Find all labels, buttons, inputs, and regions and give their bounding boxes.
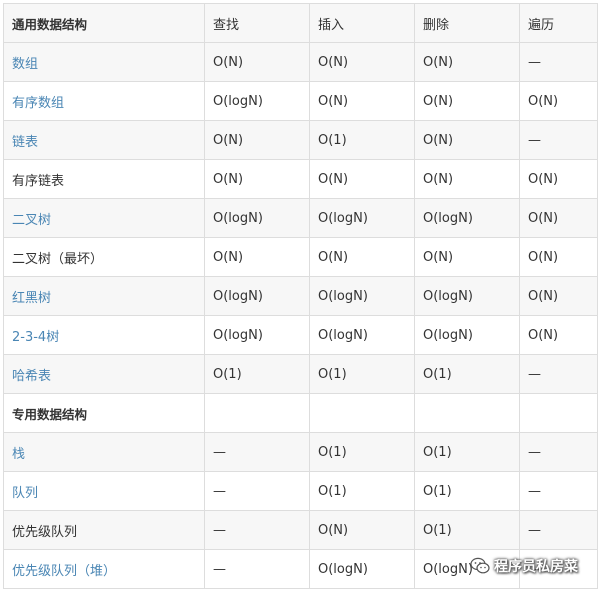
insert-cell: O(N) — [309, 237, 415, 277]
search-cell: O(1) — [204, 354, 310, 394]
section-header-row: 专用数据结构 — [3, 393, 598, 433]
traverse-cell: O(N) — [519, 81, 598, 121]
structure-name: 有序链表 — [3, 159, 205, 199]
insert-cell: O(logN) — [309, 276, 415, 316]
delete-cell: O(N) — [414, 237, 520, 277]
delete-cell: O(logN) — [414, 198, 520, 238]
insert-cell: O(1) — [309, 471, 415, 511]
table-header: 通用数据结构 查找 插入 删除 遍历 — [3, 3, 598, 43]
search-cell — [204, 393, 310, 433]
table-row: 2-3-4树 O(logN) O(logN) O(logN) O(N) — [3, 315, 598, 355]
insert-cell: O(N) — [309, 510, 415, 550]
table-row: 链表 O(N) O(1) O(N) — — [3, 120, 598, 160]
wechat-icon — [470, 557, 490, 574]
table-row: 哈希表 O(1) O(1) O(1) — — [3, 354, 598, 394]
delete-cell: O(1) — [414, 354, 520, 394]
traverse-cell — [519, 393, 598, 433]
table-row: 二叉树（最坏） O(N) O(N) O(N) O(N) — [3, 237, 598, 277]
search-cell: — — [204, 471, 310, 511]
traverse-cell: — — [519, 120, 598, 160]
traverse-cell: — — [519, 432, 598, 472]
delete-cell: O(1) — [414, 432, 520, 472]
structure-name-link[interactable]: 哈希表 — [3, 354, 205, 394]
search-cell: — — [204, 510, 310, 550]
search-cell: O(N) — [204, 120, 310, 160]
header-cell-insert: 插入 — [309, 3, 415, 43]
traverse-cell: — — [519, 42, 598, 82]
structure-name-link[interactable]: 2-3-4树 — [3, 315, 205, 355]
traverse-cell: — — [519, 510, 598, 550]
delete-cell: O(N) — [414, 159, 520, 199]
structure-name-link[interactable]: 队列 — [3, 471, 205, 511]
search-cell: O(logN) — [204, 198, 310, 238]
insert-cell: O(N) — [309, 81, 415, 121]
delete-cell: O(N) — [414, 120, 520, 160]
delete-cell: O(1) — [414, 510, 520, 550]
search-cell: O(logN) — [204, 276, 310, 316]
structure-name: 二叉树（最坏） — [3, 237, 205, 277]
structure-name-link[interactable]: 优先级队列（堆） — [3, 549, 205, 589]
table-row: 有序链表 O(N) O(N) O(N) O(N) — [3, 159, 598, 199]
structure-name-link[interactable]: 有序数组 — [3, 81, 205, 121]
insert-cell: O(1) — [309, 354, 415, 394]
traverse-cell: O(N) — [519, 198, 598, 238]
traverse-cell: O(N) — [519, 315, 598, 355]
structure-name-link[interactable]: 链表 — [3, 120, 205, 160]
delete-cell: O(logN) — [414, 315, 520, 355]
traverse-cell: O(N) — [519, 159, 598, 199]
traverse-cell: O(N) — [519, 276, 598, 316]
insert-cell: O(1) — [309, 120, 415, 160]
insert-cell: O(logN) — [309, 198, 415, 238]
table-row: 有序数组 O(logN) O(N) O(N) O(N) — [3, 81, 598, 121]
search-cell: O(logN) — [204, 315, 310, 355]
delete-cell: O(N) — [414, 42, 520, 82]
header-cell-delete: 删除 — [414, 3, 520, 43]
insert-cell: O(logN) — [309, 549, 415, 589]
watermark-text: 程序员私房菜 — [494, 559, 578, 575]
watermark: 程序员私房菜 — [470, 554, 578, 578]
delete-cell — [414, 393, 520, 433]
traverse-cell: — — [519, 471, 598, 511]
structure-name-link[interactable]: 二叉树 — [3, 198, 205, 238]
header-row: 通用数据结构 查找 插入 删除 遍历 — [3, 3, 598, 43]
delete-cell: O(N) — [414, 81, 520, 121]
search-cell: — — [204, 549, 310, 589]
traverse-cell: — — [519, 354, 598, 394]
search-cell: O(N) — [204, 237, 310, 277]
table-body: 数组 O(N) O(N) O(N) — 有序数组 O(logN) O(N) O(N) O(N) 链表… — [3, 42, 598, 589]
header-cell-category: 通用数据结构 — [3, 3, 205, 43]
section-header-cell: 专用数据结构 — [3, 393, 205, 433]
delete-cell: O(1) — [414, 471, 520, 511]
table-row: 红黑树 O(logN) O(logN) O(logN) O(N) — [3, 276, 598, 316]
structure-name-link[interactable]: 栈 — [3, 432, 205, 472]
insert-cell — [309, 393, 415, 433]
table-row: 栈 — O(1) O(1) — — [3, 432, 598, 472]
search-cell: O(logN) — [204, 81, 310, 121]
search-cell: O(N) — [204, 42, 310, 82]
insert-cell: O(N) — [309, 159, 415, 199]
traverse-cell: O(N) — [519, 237, 598, 277]
header-cell-traverse: 遍历 — [519, 3, 598, 43]
table-row: 优先级队列 — O(N) O(1) — — [3, 510, 598, 550]
table-row: 队列 — O(1) O(1) — — [3, 471, 598, 511]
table-row: 数组 O(N) O(N) O(N) — — [3, 42, 598, 82]
structure-name-link[interactable]: 红黑树 — [3, 276, 205, 316]
insert-cell: O(N) — [309, 42, 415, 82]
delete-cell: O(logN) — [414, 276, 520, 316]
table-row: 二叉树 O(logN) O(logN) O(logN) O(N) — [3, 198, 598, 238]
insert-cell: O(1) — [309, 432, 415, 472]
search-cell: O(N) — [204, 159, 310, 199]
structure-name-link[interactable]: 数组 — [3, 42, 205, 82]
complexity-table: 通用数据结构 查找 插入 删除 遍历 数组 O(N) O(N) O(N) — 有序数组 O(… — [3, 3, 598, 589]
insert-cell: O(logN) — [309, 315, 415, 355]
structure-name: 优先级队列 — [3, 510, 205, 550]
header-cell-search: 查找 — [204, 3, 310, 43]
search-cell: — — [204, 432, 310, 472]
